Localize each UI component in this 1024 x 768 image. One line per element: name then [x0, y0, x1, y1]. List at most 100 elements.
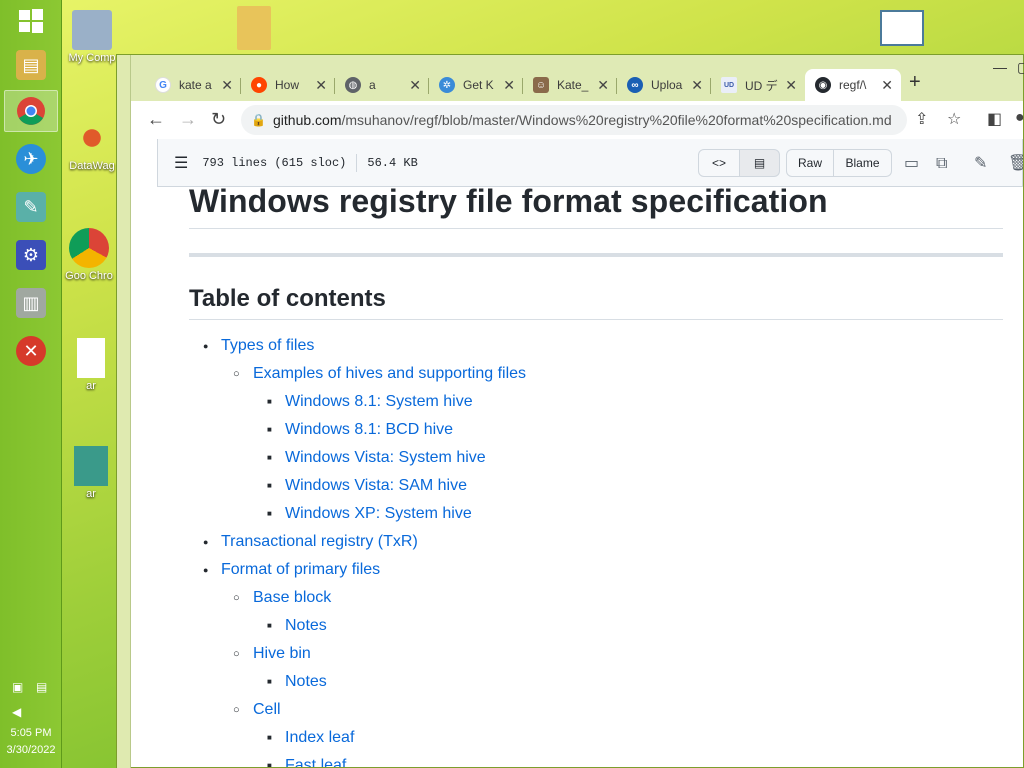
toc-item: Windows Vista: System hive: [189, 446, 1003, 470]
toc-link[interactable]: Format of primary files: [221, 561, 380, 578]
tab-label: Kate_: [557, 78, 589, 92]
horizontal-rule: [189, 253, 1003, 257]
google-icon: G: [155, 77, 171, 93]
copy-icon[interactable]: ⧉: [936, 153, 947, 173]
tab-close-icon[interactable]: ✕: [503, 77, 515, 94]
tab-close-icon[interactable]: ✕: [409, 77, 421, 94]
computer-icon: [72, 10, 112, 50]
taskbar-settings[interactable]: ⚙: [4, 234, 58, 276]
blame-button[interactable]: Blame: [834, 149, 892, 177]
tab-github-regf[interactable]: ◉ regf/\ ✕: [805, 69, 901, 101]
preview-view-icon[interactable]: ▤: [740, 149, 780, 177]
taskbar-notepad[interactable]: ✎: [4, 186, 58, 228]
file-line-count: 793 lines (615 sloc): [202, 155, 347, 170]
desktop-icon-window[interactable]: [872, 10, 932, 48]
window-left-strip: [117, 55, 131, 768]
desktop-icon-chrome[interactable]: Goo Chro: [62, 228, 116, 282]
tab-globe[interactable]: ◍ a ✕: [335, 69, 429, 101]
datawag-icon: [72, 118, 112, 158]
tab-close-icon[interactable]: ✕: [221, 77, 233, 94]
registry-file-icon: [74, 446, 108, 486]
toc-link[interactable]: Base block: [253, 589, 331, 606]
divider: [356, 153, 358, 172]
toc-link[interactable]: Examples of hives and supporting files: [253, 365, 526, 382]
toc-link[interactable]: Index leaf: [285, 729, 354, 746]
ud-favicon: UD: [721, 77, 737, 93]
toc-item: Types of files: [189, 334, 1003, 358]
tab-label: Get K: [463, 78, 494, 92]
desktop-icon-datawag[interactable]: DataWag: [62, 118, 122, 172]
tab-close-icon[interactable]: ✕: [597, 77, 609, 94]
tab-close-icon[interactable]: ✕: [881, 77, 893, 94]
taskbar-archive[interactable]: ▥: [4, 282, 58, 324]
code-view-icon[interactable]: <>: [698, 149, 740, 177]
toc-link[interactable]: Windows 8.1: BCD hive: [285, 421, 453, 438]
taskbar-chrome[interactable]: [4, 90, 58, 132]
folder-icon: [237, 6, 271, 50]
edit-pencil-icon[interactable]: ✎: [974, 153, 987, 172]
chrome-icon: [17, 97, 45, 125]
desktop-open-icon[interactable]: ▭: [904, 153, 919, 172]
tab-ud[interactable]: UD UD デ ✕: [711, 69, 805, 101]
tab-upload[interactable]: ∞ Uploa ✕: [617, 69, 711, 101]
new-tab-button[interactable]: +: [909, 71, 921, 94]
forward-icon[interactable]: →: [179, 109, 197, 130]
toc-link[interactable]: Windows Vista: System hive: [285, 449, 486, 466]
back-icon[interactable]: ←: [147, 109, 165, 130]
tab-kate[interactable]: ☺ Kate_ ✕: [523, 69, 617, 101]
raw-button[interactable]: Raw: [786, 149, 834, 177]
reload-icon[interactable]: ↻: [211, 109, 226, 130]
archive-icon: ▥: [16, 288, 46, 318]
tab-label: UD デ: [745, 78, 778, 93]
clock-time[interactable]: 5:05 PM: [0, 726, 62, 740]
minimize-button[interactable]: —: [993, 59, 1007, 75]
toc-link[interactable]: Transactional registry (TxR): [221, 533, 418, 550]
taskbar-airplane-app[interactable]: ✈: [4, 138, 58, 180]
toc-link[interactable]: Types of files: [221, 337, 314, 354]
tab-google[interactable]: G kate a ✕: [145, 69, 241, 101]
globe-icon: ◍: [345, 77, 361, 93]
toc-link[interactable]: Hive bin: [253, 645, 311, 662]
desktop-icon-my-computer[interactable]: My Comp: [62, 10, 122, 64]
bookmark-star-icon[interactable]: ☆: [947, 109, 961, 129]
toc-link[interactable]: Windows Vista: SAM hive: [285, 477, 467, 494]
tab-close-icon[interactable]: ✕: [691, 77, 703, 94]
toc-link[interactable]: Notes: [285, 617, 327, 634]
address-bar[interactable]: 🔒 github.com/msuhanov/regf/blob/master/W…: [241, 105, 907, 135]
volume-muted-icon[interactable]: ◀: [12, 705, 28, 719]
tab-close-icon[interactable]: ✕: [785, 77, 797, 94]
toc-item: Base block: [189, 586, 1003, 610]
url-host: github.com: [273, 112, 342, 128]
side-panel-icon[interactable]: ◧: [987, 109, 1002, 129]
outline-menu-icon[interactable]: ☰: [174, 153, 188, 173]
display-icon[interactable]: ▤: [36, 680, 52, 694]
taskbar-close-app[interactable]: ✕: [4, 330, 58, 372]
toc-item: Windows Vista: SAM hive: [189, 474, 1003, 498]
tab-close-icon[interactable]: ✕: [315, 77, 327, 94]
toc-link[interactable]: Windows XP: System hive: [285, 505, 472, 522]
toc-link[interactable]: Fast leaf: [285, 757, 346, 767]
taskbar-file-manager[interactable]: ▤: [4, 44, 58, 86]
settings-gear-favicon: ✲: [439, 77, 455, 93]
desktop-icon-file-1[interactable]: ar: [66, 338, 116, 392]
network-status-icon[interactable]: ▣: [12, 680, 28, 694]
tab-reddit[interactable]: ● How ✕: [241, 69, 335, 101]
maximize-button[interactable]: ▢: [1017, 59, 1024, 76]
toc-link[interactable]: Windows 8.1: System hive: [285, 393, 473, 410]
tab-get-k[interactable]: ✲ Get K ✕: [429, 69, 523, 101]
desktop-icon-file-2[interactable]: ar: [66, 446, 116, 500]
delete-trash-icon[interactable]: 🗑: [1008, 153, 1023, 172]
desktop-icon-folder[interactable]: [232, 6, 276, 52]
toc-item: Notes: [189, 614, 1003, 638]
toc-link[interactable]: Cell: [253, 701, 281, 718]
profile-avatar-icon[interactable]: ●: [1015, 109, 1024, 127]
share-icon[interactable]: ⇪: [915, 109, 928, 129]
browser-window: G kate a ✕ ● How ✕ ◍ a ✕ ✲ Get K ✕ ☺ Kat…: [116, 54, 1024, 768]
toc-link[interactable]: Notes: [285, 673, 327, 690]
clock-date[interactable]: 3/30/2022: [0, 743, 62, 757]
github-icon: ◉: [815, 77, 831, 93]
toc-item: Transactional registry (TxR): [189, 530, 1003, 554]
tab-label: Uploa: [651, 78, 683, 92]
desktop-icon-label: ar: [86, 488, 96, 500]
start-button[interactable]: [4, 0, 58, 42]
